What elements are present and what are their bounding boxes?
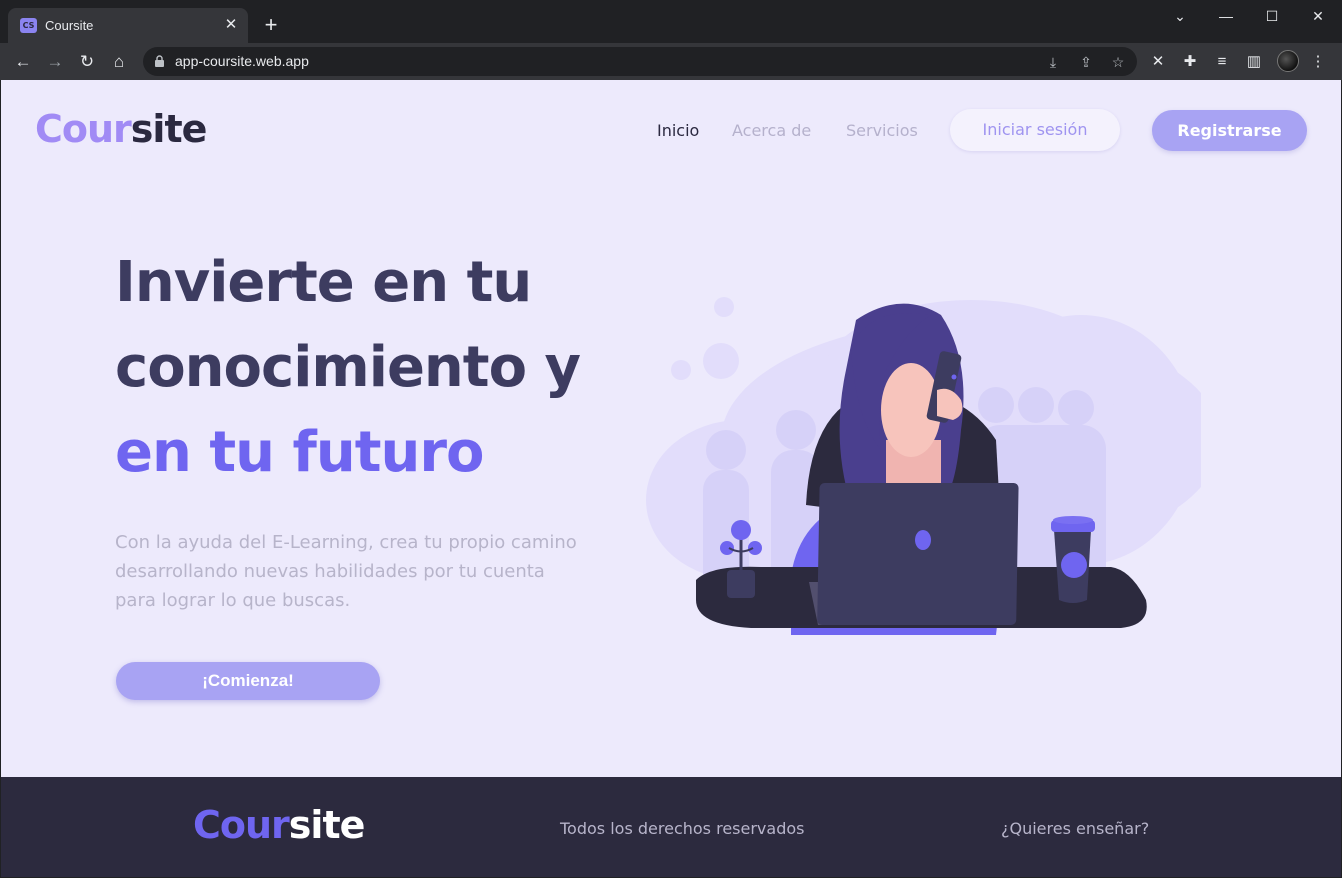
hero-line-1: Invierte en tu — [115, 250, 532, 315]
new-tab-plus-icon[interactable]: + — [260, 14, 282, 36]
browser-titlebar: CS Coursite ✕ + ⌄ — ☐ ✕ — [0, 0, 1342, 43]
lead-line-2: desarrollando nuevas habilidades por tu … — [115, 561, 545, 582]
window-close-icon[interactable]: ✕ — [1308, 6, 1328, 26]
side-panel-icon[interactable]: ▥ — [1243, 51, 1265, 73]
lock-icon — [155, 55, 164, 67]
register-button[interactable]: Registrarse — [1152, 110, 1307, 151]
site-footer: Coursite Todos los derechos reservados ¿… — [1, 777, 1341, 877]
footer-logo-part-2: site — [288, 803, 366, 847]
maximize-icon[interactable]: ☐ — [1262, 6, 1282, 26]
profile-avatar[interactable] — [1277, 50, 1299, 72]
nav-link-inicio[interactable]: Inicio — [657, 121, 699, 140]
site-logo[interactable]: Coursite — [35, 107, 208, 151]
login-button[interactable]: Iniciar sesión — [950, 109, 1120, 151]
logo-part-1: Cour — [35, 107, 132, 151]
laptop-logo — [915, 530, 931, 550]
back-arrow-icon[interactable]: ← — [12, 51, 34, 73]
hero-line-2: conocimiento y — [115, 335, 581, 400]
browser-tab[interactable]: CS Coursite ✕ — [8, 8, 248, 43]
bookmark-star-icon[interactable]: ☆ — [1108, 52, 1128, 72]
start-button[interactable]: ¡Comienza! — [116, 662, 380, 700]
install-app-icon[interactable]: ⤓ — [1043, 52, 1063, 72]
mute-extension-icon[interactable]: ✕ — [1147, 51, 1169, 73]
url-text: app-coursite.web.app — [175, 53, 309, 69]
lead-line-1: Con la ayuda del E-Learning, crea tu pro… — [115, 532, 577, 553]
footer-logo-part-1: Cour — [193, 803, 290, 847]
tab-favicon-icon: CS — [20, 18, 37, 33]
reload-icon[interactable]: ↻ — [76, 51, 98, 73]
footer-rights: Todos los derechos reservados — [560, 819, 805, 838]
forward-arrow-icon[interactable]: → — [44, 51, 66, 73]
tab-close-icon[interactable]: ✕ — [222, 16, 240, 34]
laptop — [817, 483, 1019, 625]
share-icon[interactable]: ⇪ — [1076, 52, 1096, 72]
page-content: Coursite Inicio Acerca de Servicios Inic… — [1, 80, 1341, 877]
hero-line-3: en tu futuro — [115, 420, 484, 485]
hero-headline: Invierte en tu conocimiento y en tu futu… — [115, 240, 675, 495]
footer-teach-link[interactable]: ¿Quieres enseñar? — [1001, 819, 1149, 838]
tab-title: Coursite — [45, 18, 94, 33]
home-icon[interactable]: ⌂ — [108, 51, 130, 73]
nav-link-servicios[interactable]: Servicios — [846, 121, 918, 140]
phone-camera — [951, 374, 957, 380]
extensions-puzzle-icon[interactable]: ✚ — [1179, 51, 1201, 73]
lead-line-3: para lograr lo que buscas. — [115, 590, 351, 611]
logo-part-2: site — [130, 107, 208, 151]
minimize-icon[interactable]: — — [1216, 6, 1236, 26]
hero-illustration — [646, 297, 1201, 635]
address-bar[interactable]: app-coursite.web.app ⤓ ⇪ ☆ — [143, 47, 1137, 76]
browser-menu-icon[interactable]: ⋮ — [1307, 51, 1329, 73]
footer-logo[interactable]: Coursite — [193, 803, 366, 847]
nav-link-acerca[interactable]: Acerca de — [732, 121, 811, 140]
tab-search-chevron-icon[interactable]: ⌄ — [1170, 6, 1190, 26]
media-queue-icon[interactable]: ≡ — [1211, 51, 1233, 73]
hero-description: Con la ayuda del E-Learning, crea tu pro… — [115, 528, 635, 615]
browser-toolbar: ← → ↻ ⌂ app-coursite.web.app ⤓ ⇪ ☆ ✕ ✚ ≡… — [0, 43, 1342, 80]
